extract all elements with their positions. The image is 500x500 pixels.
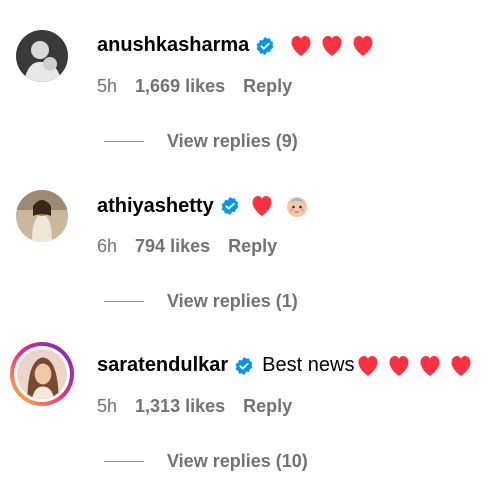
divider (104, 301, 144, 302)
red-heart-emoji (252, 196, 272, 216)
red-heart-emoji (353, 35, 373, 56)
comment-time: 6h (97, 236, 118, 256)
red-heart-emoji (420, 355, 440, 376)
reply-button[interactable]: Reply (228, 236, 277, 257)
divider (104, 461, 144, 462)
verified-badge-icon (221, 196, 239, 216)
comment-time: 5h (97, 76, 118, 96)
red-heart-emoji (322, 35, 342, 56)
view-replies-label: View replies (10) (167, 451, 308, 471)
comment-time: 5h (97, 396, 118, 416)
view-replies-label: View replies (1) (167, 291, 298, 311)
comment-text: Best news (262, 354, 355, 376)
hearts (250, 195, 281, 217)
view-replies-button[interactable]: View replies (9) (104, 131, 298, 152)
red-heart-emoji (389, 355, 409, 376)
view-replies-button[interactable]: View replies (10) (104, 451, 308, 472)
username[interactable]: athiyashetty (97, 195, 214, 218)
baby-face-emoji (286, 197, 307, 217)
red-heart-emoji (451, 355, 471, 376)
hearts (356, 355, 480, 377)
red-heart-emoji (358, 355, 378, 376)
hearts (289, 35, 382, 57)
view-replies-button[interactable]: View replies (1) (104, 291, 298, 312)
view-replies-label: View replies (9) (167, 131, 298, 151)
likes-count[interactable]: 1,669 likes (135, 76, 225, 97)
avatar-story-ring[interactable] (10, 342, 74, 406)
likes-count[interactable]: 1,313 likes (135, 396, 225, 417)
likes-count[interactable]: 794 likes (135, 236, 210, 257)
divider (104, 141, 144, 142)
red-heart-emoji (291, 35, 311, 56)
reply-button[interactable]: Reply (243, 396, 292, 417)
username[interactable]: anushkasharma (97, 34, 249, 57)
username[interactable]: saratendulkar (97, 354, 228, 377)
reply-button[interactable]: Reply (243, 76, 292, 97)
verified-badge-icon (256, 36, 274, 55)
avatar[interactable] (16, 190, 68, 242)
verified-badge-icon (235, 356, 253, 375)
avatar[interactable] (16, 30, 68, 82)
